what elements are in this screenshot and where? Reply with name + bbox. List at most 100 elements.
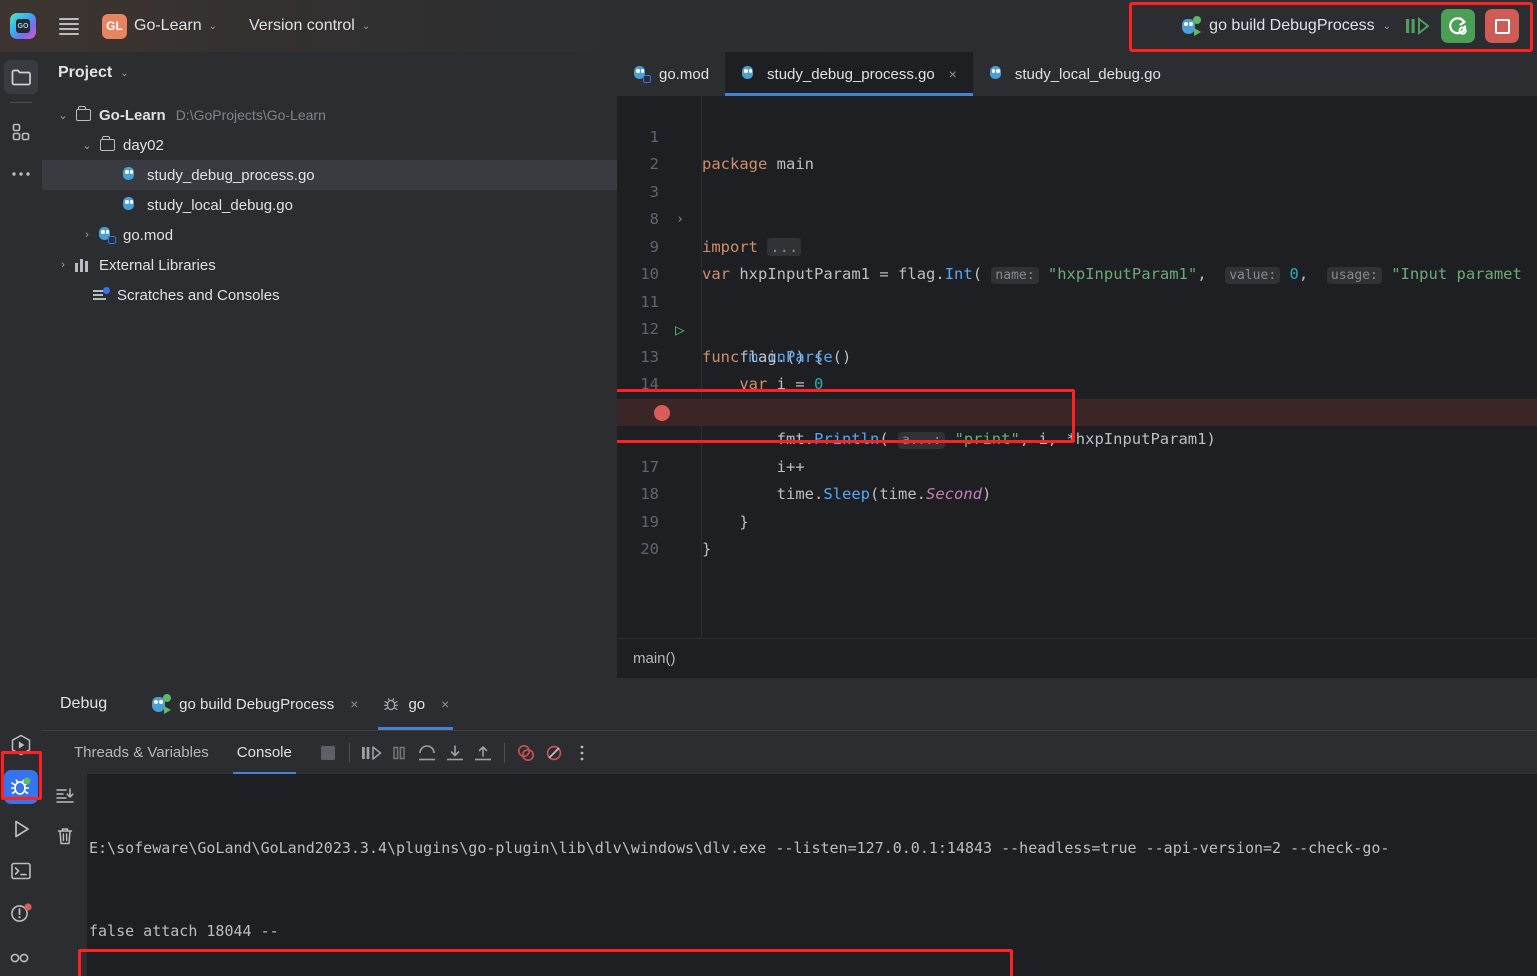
twisty-icon[interactable]: ⌄: [78, 139, 96, 152]
step-into-icon[interactable]: [441, 739, 469, 767]
project-badge: GL: [102, 14, 127, 39]
debug-button[interactable]: [1401, 11, 1431, 41]
pause-program-icon[interactable]: [385, 739, 413, 767]
debug-session-tab-label: go: [408, 696, 425, 713]
project-tool-window-icon[interactable]: [4, 60, 38, 94]
go-mod-icon: [96, 226, 118, 244]
close-icon[interactable]: ×: [949, 66, 957, 82]
stop-square-icon: [1495, 19, 1510, 34]
code-line: 10: [617, 234, 1537, 262]
editor-tab-go-mod[interactable]: go.mod: [617, 52, 725, 96]
code-line: 14 for {: [617, 344, 1537, 372]
go-file-icon: [741, 65, 759, 83]
editor-tab-study-debug-process[interactable]: study_debug_process.go ×: [725, 52, 973, 96]
tree-node-day02[interactable]: ⌄ day02: [42, 130, 617, 160]
more-options-icon[interactable]: [568, 739, 596, 767]
tree-node-label: study_local_debug.go: [147, 197, 293, 214]
tree-node-label: day02: [123, 137, 164, 154]
version-control-widget[interactable]: Version control ⌄: [241, 13, 378, 39]
go-file-icon: [989, 65, 1007, 83]
code-line: 20: [617, 509, 1537, 537]
stop-button[interactable]: [1485, 9, 1519, 43]
code-lines: 1 package main 2 3 › import ... 8 9 var …: [617, 96, 1537, 638]
resume-program-icon[interactable]: [357, 739, 385, 767]
services-icon[interactable]: [4, 938, 38, 972]
run-configuration-label: go build DebugProcess: [1209, 17, 1374, 35]
view-breakpoints-icon[interactable]: [512, 739, 540, 767]
go-file-icon: [120, 196, 142, 214]
hamburger-menu-icon[interactable]: [54, 8, 84, 44]
chevron-down-icon[interactable]: ⌄: [120, 68, 128, 79]
close-icon[interactable]: ×: [350, 696, 358, 712]
toolbar-divider: [504, 743, 505, 763]
debug-tool-window-icon[interactable]: [4, 770, 38, 804]
tree-node-label: Scratches and Consoles: [117, 287, 280, 304]
terminal-icon[interactable]: [4, 854, 38, 888]
run-tool-window-icon[interactable]: [4, 728, 38, 762]
tree-node-label: Go-Learn: [99, 107, 166, 124]
problems-icon[interactable]: [4, 896, 38, 930]
mute-breakpoints-icon[interactable]: [540, 739, 568, 767]
breadcrumb-label: main(): [633, 650, 676, 667]
code-line: 13 var i = 0: [617, 316, 1537, 344]
project-tool-window-header: Project ⌄: [42, 52, 617, 94]
tree-node-study-local-debug[interactable]: study_local_debug.go: [42, 190, 617, 220]
goland-window: GO GL Go-Learn ⌄ Version control ⌄ go bu…: [0, 0, 1537, 976]
chevron-down-icon: ⌄: [1383, 21, 1391, 32]
code-editor[interactable]: 1 package main 2 3 › import ... 8 9 var …: [617, 96, 1537, 638]
commit-tool-window-icon[interactable]: [4, 115, 38, 149]
step-out-icon[interactable]: [469, 739, 497, 767]
console-output[interactable]: E:\sofeware\GoLand\GoLand2023.3.4\plugin…: [42, 774, 1537, 976]
code-line: 2: [617, 124, 1537, 152]
debug-header: Debug go build DebugProcess × go: [42, 678, 1537, 730]
version-control-label: Version control: [249, 17, 355, 35]
console-text: E:\sofeware\GoLand\GoLand2023.3.4\plugin…: [87, 774, 1537, 976]
console-line: E:\sofeware\GoLand\GoLand2023.3.4\plugin…: [89, 835, 1537, 863]
line-number: 20: [617, 536, 659, 564]
rerun-with-settings-button[interactable]: [1441, 9, 1475, 43]
tree-node-study-debug-process[interactable]: study_debug_process.go: [42, 160, 617, 190]
more-tool-windows-icon[interactable]: [4, 157, 38, 191]
activity-bar-divider: [10, 102, 32, 103]
code-line: 17 time.Sleep(time.Second): [617, 426, 1537, 454]
code-line: 8: [617, 179, 1537, 207]
tab-console[interactable]: Console: [223, 731, 306, 775]
scroll-to-end-icon[interactable]: [51, 782, 79, 810]
project-name-label: Go-Learn: [134, 17, 202, 35]
tree-node-path: D:\GoProjects\Go-Learn: [176, 107, 326, 123]
stop-debug-icon[interactable]: [314, 739, 342, 767]
step-over-icon[interactable]: [413, 739, 441, 767]
project-tree: ⌄ Go-Learn D:\GoProjects\Go-Learn ⌄ day0…: [42, 94, 617, 310]
clear-all-icon[interactable]: [51, 822, 79, 850]
close-icon[interactable]: ×: [441, 696, 449, 712]
editor-area: go.mod study_debug_process.go × study_lo…: [617, 52, 1537, 678]
tree-node-go-learn[interactable]: ⌄ Go-Learn D:\GoProjects\Go-Learn: [42, 100, 617, 130]
editor-tab-study-local-debug[interactable]: study_local_debug.go: [973, 52, 1177, 96]
twisty-icon[interactable]: ›: [78, 229, 96, 241]
debug-session-tab-go[interactable]: go ×: [370, 678, 461, 730]
debug-sub-toolbar: Threads & Variables Console: [42, 730, 1537, 774]
run-anything-icon[interactable]: [4, 812, 38, 846]
editor-breadcrumb[interactable]: main(): [617, 638, 1537, 678]
go-debug-config-icon: [149, 693, 171, 715]
code-line: 9 var hxpInputParam1 = flag.Int( name: "…: [617, 206, 1537, 234]
left-activity-bar: [0, 52, 42, 976]
code-line: 1 package main: [617, 96, 1537, 124]
tree-node-external-libraries[interactable]: › External Libraries: [42, 250, 617, 280]
scratches-icon: [90, 288, 112, 302]
tab-threads-and-variables[interactable]: Threads & Variables: [60, 731, 223, 775]
project-widget[interactable]: GL Go-Learn ⌄: [94, 10, 225, 43]
editor-tab-label: study_local_debug.go: [1015, 66, 1161, 83]
tree-node-scratches-and-consoles[interactable]: Scratches and Consoles: [42, 280, 617, 310]
toolbar-divider: [349, 743, 350, 763]
debug-session-tab-go-build-debugprocess[interactable]: go build DebugProcess ×: [137, 678, 370, 730]
tree-node-go-mod[interactable]: › go.mod: [42, 220, 617, 250]
code-line: 15 fmt.Println( a...: "print", i, *hxpIn…: [617, 371, 1537, 399]
chevron-down-icon: ⌄: [362, 21, 370, 32]
run-configuration-selector[interactable]: go build DebugProcess ⌄: [1179, 15, 1391, 37]
main-toolbar: GO GL Go-Learn ⌄ Version control ⌄ go bu…: [0, 0, 1537, 52]
breakpoint-icon[interactable]: [654, 405, 670, 421]
twisty-icon[interactable]: ›: [54, 259, 72, 271]
goland-logo-icon: GO: [8, 11, 38, 41]
twisty-icon[interactable]: ⌄: [54, 109, 72, 122]
